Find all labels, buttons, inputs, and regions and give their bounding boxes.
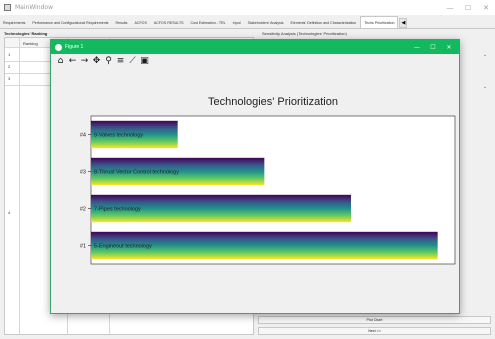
window-titlebar: MainWindow — ☐ ✕ [0, 0, 495, 15]
figure-app-icon [55, 43, 62, 51]
pan-icon[interactable]: ✥ [91, 56, 102, 67]
y-tick-label: #3 [80, 170, 86, 176]
row-header-divider [19, 38, 20, 334]
figure-toolbar: ⌂ ← → ✥ ⚲ ≡ ⟋ ▣ [51, 54, 459, 68]
figure-controls: — ☐ ✕ [409, 40, 457, 54]
maximize-button[interactable]: ☐ [459, 0, 477, 15]
chevron-down-icon[interactable]: ⌄ [479, 81, 491, 93]
home-icon[interactable]: ⌂ [55, 56, 66, 67]
sensitivity-analysis-label: Sensitivity Analysis (Technologies' Prio… [262, 31, 347, 36]
tab-acfos[interactable]: ACFOS [131, 18, 150, 28]
tab-stakeholders-analysis[interactable]: Stakeholders' Analysis [245, 18, 288, 28]
window-title: MainWindow [15, 4, 53, 11]
y-tick-label: #4 [80, 133, 86, 139]
bar-label: 7-Pipes technology [94, 207, 141, 213]
tab-scroll-left-button[interactable]: ◀ [399, 18, 408, 28]
tab-bar: Requirements Performance and Configurati… [0, 16, 495, 29]
tab-techs-prioritization[interactable]: Techs Prioritization [360, 16, 399, 28]
figure-canvas: Technologies' Prioritization 5-Engineout … [51, 68, 459, 313]
window-controls: — ☐ ✕ [441, 0, 495, 15]
figure-titlebar: Figure 1 — ☐ ✕ [51, 40, 459, 54]
ranking-column-header[interactable]: Ranking [23, 41, 38, 46]
tab-cost-estimation[interactable]: Cost Estimation - TRL [188, 18, 230, 28]
app-icon [4, 4, 11, 11]
next-button[interactable]: Next >> [258, 327, 491, 335]
tab-elements-definition[interactable]: Elements' Definition and Characterizatio… [288, 18, 361, 28]
close-button[interactable]: ✕ [477, 0, 495, 15]
table-row[interactable]: 4 [8, 210, 10, 215]
table-row[interactable]: 2 [8, 64, 10, 69]
chevron-down-icon[interactable]: ⌄ [479, 49, 491, 61]
edit-axis-icon[interactable]: ⟋ [127, 56, 138, 67]
bar-label: 9-Valves technology [94, 133, 143, 139]
back-arrow-icon[interactable]: ← [67, 56, 78, 67]
y-tick-label: #2 [80, 207, 86, 213]
zoom-icon[interactable]: ⚲ [103, 56, 114, 67]
tab-requirements[interactable]: Requirements [0, 18, 29, 28]
tab-input[interactable]: Input [230, 18, 245, 28]
bar-label: 8-Thrust Vector Control technology [94, 170, 179, 176]
figure-title: Figure 1 [65, 44, 84, 50]
figure-close-button[interactable]: ✕ [441, 40, 457, 54]
technologies-ranking-label: Technologies' Ranking [4, 31, 48, 36]
figure-maximize-button[interactable]: ☐ [425, 40, 441, 54]
bar-label: 5-Engineout technology [94, 244, 152, 250]
tab-acfos-results[interactable]: ACFOS RESULTS [151, 18, 188, 28]
figure-minimize-button[interactable]: — [409, 40, 425, 54]
main-window: MainWindow — ☐ ✕ Requirements Performanc… [0, 0, 495, 339]
y-tick-label: #1 [80, 244, 86, 250]
tab-performance-requirements[interactable]: Performance and Configurational Requirem… [29, 18, 112, 28]
table-row[interactable]: 3 [8, 76, 10, 81]
bar-chart: Technologies' Prioritization 5-Engineout … [80, 96, 456, 265]
forward-arrow-icon[interactable]: → [79, 56, 90, 67]
minimize-button[interactable]: — [441, 0, 459, 15]
chart-title: Technologies' Prioritization [208, 96, 338, 108]
configure-subplots-icon[interactable]: ≡ [115, 56, 126, 67]
save-icon[interactable]: ▣ [139, 56, 150, 67]
plot-chart-button[interactable]: Plot Chart [258, 316, 491, 324]
figure-window: Figure 1 — ☐ ✕ ⌂ ← → ✥ ⚲ ≡ ⟋ ▣ Technolog… [50, 39, 460, 314]
table-row[interactable]: 1 [8, 52, 10, 57]
tab-results[interactable]: Results [112, 18, 131, 28]
